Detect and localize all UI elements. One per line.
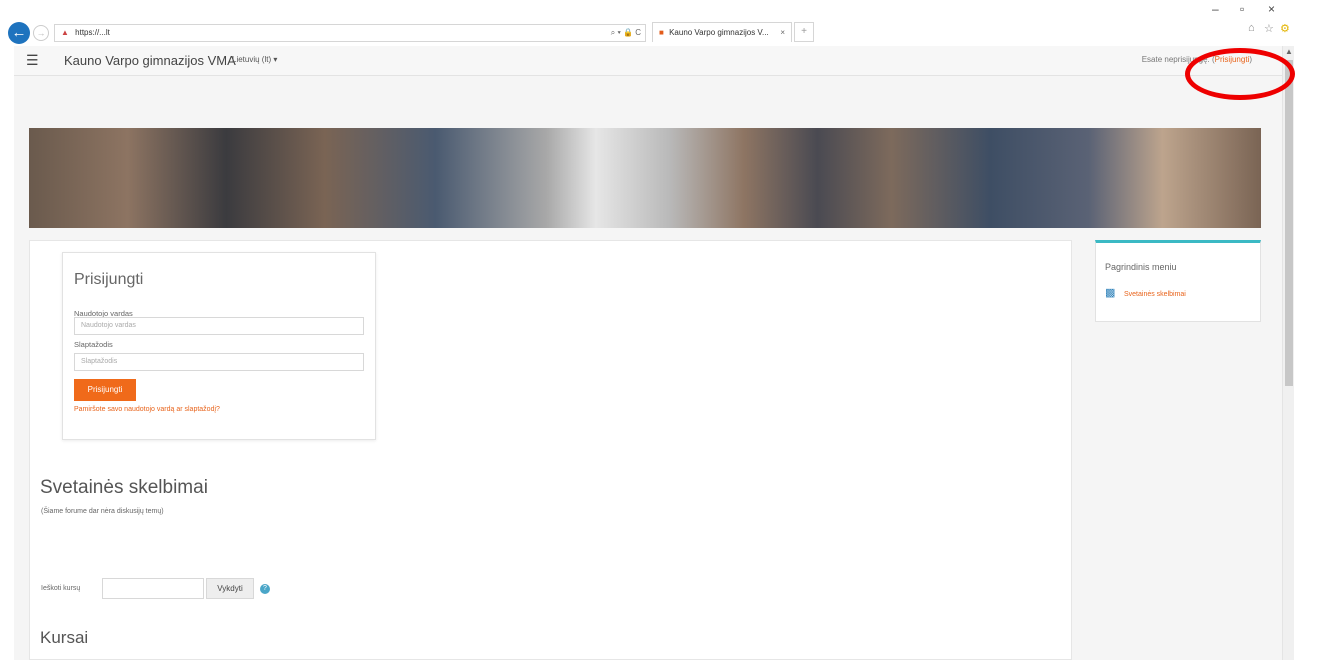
minimize-button[interactable]: – (1212, 2, 1219, 16)
news-empty-text: (Šiame forume dar nėra diskusijų temų) (41, 508, 164, 515)
back-button[interactable]: ← (8, 22, 30, 44)
language-menu[interactable]: Lietuvių (lt) ▾ (232, 55, 277, 64)
browser-chrome: ← → ▲ https://...lt ⌕ ▾ 🔒 C ■ Kauno Varp… (0, 0, 1320, 46)
scroll-up-icon[interactable]: ▲ (1283, 46, 1295, 58)
page-scrollbar[interactable]: ▲ (1282, 46, 1294, 660)
close-window-button[interactable]: × (1268, 2, 1275, 16)
forgot-password-link[interactable]: Pamiršote savo naudotojo vardą ar slapta… (74, 406, 220, 413)
login-button[interactable]: Prisijungti (74, 379, 136, 401)
chat-icon: ▩ (1105, 287, 1116, 299)
login-title: Prisijungti (74, 271, 144, 288)
main-menu-block: Pagrindinis meniu ▩ Svetainės skelbimai (1095, 240, 1261, 322)
login-card: Prisijungti Naudotojo vardas Naudotojo v… (62, 252, 376, 440)
course-search-input[interactable] (102, 578, 204, 599)
forward-button[interactable]: → (33, 25, 49, 41)
courses-heading: Kursai (40, 628, 89, 647)
site-name[interactable]: Kauno Varpo gimnazijos VMA (64, 53, 236, 68)
course-search-label: Ieškoti kursų (41, 585, 81, 592)
address-bar[interactable]: ▲ https://...lt ⌕ ▾ 🔒 C (54, 24, 646, 42)
password-input[interactable]: Slaptažodis (74, 353, 364, 371)
tab-favicon-icon: ■ (659, 28, 664, 37)
settings-icon[interactable]: ⚙ (1280, 22, 1290, 35)
annotation-circle (1185, 48, 1295, 100)
hamburger-icon[interactable]: ☰ (26, 52, 39, 69)
scrollbar-thumb[interactable] (1285, 60, 1293, 386)
new-tab-button[interactable]: + (794, 22, 814, 42)
address-tools[interactable]: ⌕ ▾ 🔒 C (611, 25, 641, 41)
star-icon[interactable]: ☆ (1264, 22, 1274, 35)
block-title: Pagrindinis meniu (1105, 262, 1177, 272)
tab-close-icon[interactable]: × (780, 23, 785, 42)
site-news-link[interactable]: Svetainės skelbimai (1124, 291, 1186, 298)
password-label: Slaptažodis (74, 340, 113, 349)
header-banner-image (29, 128, 1261, 228)
home-icon[interactable]: ⌂ (1248, 22, 1255, 34)
tab-title: Kauno Varpo gimnazijos V... (669, 28, 769, 37)
address-text: https://...lt (75, 28, 110, 37)
maximize-button[interactable]: ▫ (1240, 2, 1244, 16)
site-favicon-icon: ▲ (61, 28, 69, 37)
site-news-heading: Svetainės skelbimai (40, 477, 208, 498)
username-input[interactable]: Naudotojo vardas (74, 317, 364, 335)
browser-tab[interactable]: ■ Kauno Varpo gimnazijos V... × (652, 22, 792, 42)
course-search-button[interactable]: Vykdyti (206, 578, 254, 599)
help-icon[interactable]: ? (260, 584, 270, 594)
site-navbar: ☰ Kauno Varpo gimnazijos VMA Lietuvių (l… (14, 46, 1282, 76)
